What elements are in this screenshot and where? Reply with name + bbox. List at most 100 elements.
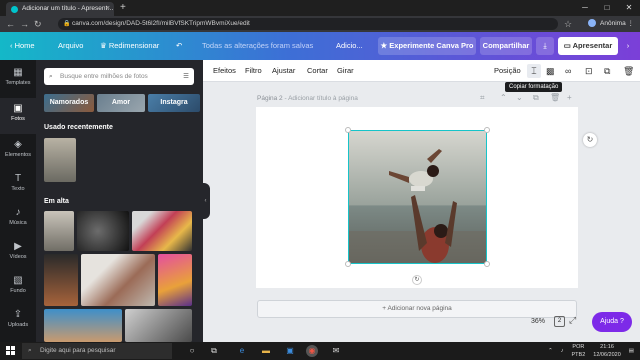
duplicate-page-icon[interactable]: ⧉ — [533, 93, 539, 103]
page-title-placeholder: - Adicionar título à página — [284, 95, 358, 102]
photos-panel: ⌕ Busque entre milhões de fotos ☰ Namora… — [36, 60, 203, 342]
rail-item-templates[interactable]: ▦ Templates — [0, 62, 36, 98]
rotate-handle-icon[interactable]: ↻ — [412, 275, 422, 285]
forward-icon[interactable]: → — [20, 16, 29, 32]
add-page-button[interactable]: + Adicionar nova página — [257, 300, 577, 318]
profile-button[interactable]: Anônima ⋮ — [587, 16, 635, 32]
chip-amor[interactable]: Amor — [97, 94, 145, 112]
position-button[interactable]: Posição — [494, 60, 521, 82]
photo-thumb[interactable] — [81, 254, 155, 306]
photo-thumb[interactable] — [125, 309, 192, 342]
image-edit-toolbar: Efeitos Filtro Ajustar Cortar Girar Posi… — [203, 60, 640, 82]
move-down-icon[interactable]: ⌄ — [516, 93, 523, 102]
home-button[interactable]: ‹ Home — [10, 32, 35, 60]
notes-icon[interactable]: ⌗ — [480, 93, 485, 103]
share-button[interactable]: Compartilhar — [480, 37, 532, 55]
new-tab-button[interactable]: + — [120, 2, 126, 13]
fullscreen-icon[interactable]: ⤢ — [569, 315, 576, 326]
file-menu[interactable]: Arquivo — [58, 32, 83, 60]
zoom-level[interactable]: 36% — [531, 318, 545, 325]
file-explorer-icon[interactable]: ▬ — [260, 345, 272, 357]
collapse-panel-icon[interactable]: ‹ — [201, 183, 210, 219]
rail-item-text[interactable]: T Texto — [0, 168, 36, 204]
chip-namorados[interactable]: Namorados — [44, 94, 94, 112]
rail-item-elements[interactable]: ◈ Elementos — [0, 134, 36, 170]
link-icon[interactable]: ∞ — [565, 60, 571, 82]
rail-item-videos[interactable]: ▶ Vídeos — [0, 236, 36, 272]
photos-icon: ▣ — [13, 103, 23, 114]
filter-button[interactable]: Filtro — [245, 60, 262, 82]
delete-page-icon[interactable]: 🗑 — [550, 93, 560, 102]
lock-icon[interactable]: ⊡ — [585, 60, 593, 82]
selected-photo[interactable] — [348, 130, 487, 264]
menu-kebab-icon[interactable]: ⋮ — [628, 20, 635, 27]
notifications-icon[interactable]: ▤ — [629, 347, 634, 355]
browser-tab[interactable]: Adicionar um título - Apresent… × — [6, 2, 114, 16]
duplicate-icon[interactable]: ⧉ — [604, 60, 610, 82]
mail-icon[interactable]: ✉ — [330, 345, 342, 357]
copy-style-icon[interactable]: ⌶ — [527, 64, 541, 78]
window-controls: ─ □ ✕ — [574, 0, 640, 16]
try-pro-button[interactable]: ★ Experimente Canva Pro — [378, 37, 476, 55]
page-title-row[interactable]: Página 2 - Adicionar título à página — [257, 95, 358, 102]
transparency-icon[interactable]: ▩ — [546, 60, 555, 82]
design-title-field[interactable]: Adicio... — [336, 32, 363, 60]
canva-favicon-icon — [11, 6, 18, 13]
photo-thumb[interactable] — [132, 211, 192, 251]
upload-icon: ⇪ — [13, 309, 23, 320]
crop-button[interactable]: Cortar — [307, 60, 328, 82]
address-bar-row: ← → ↻ 🔒 canva.com/design/DAD-5t6l2fI/mil… — [0, 16, 640, 32]
task-view-icon[interactable]: ○ — [186, 345, 198, 357]
resize-handle[interactable] — [345, 127, 351, 133]
star-icon[interactable]: ☆ — [564, 16, 572, 32]
url-field[interactable]: 🔒 canva.com/design/DAD-5t6l2fI/milBVfSKT… — [58, 18, 558, 30]
wifi-icon[interactable]: ⌃ — [548, 347, 553, 355]
adjust-button[interactable]: Ajustar — [272, 60, 295, 82]
tab-close-icon[interactable]: × — [106, 2, 110, 16]
photo-thumb[interactable] — [44, 254, 78, 306]
filter-icon[interactable]: ☰ — [183, 68, 189, 85]
reload-icon[interactable]: ↻ — [34, 16, 42, 32]
photo-search-input[interactable]: ⌕ Busque entre milhões de fotos ☰ — [44, 68, 194, 85]
store-icon[interactable]: ▣ — [284, 345, 296, 357]
elements-icon: ◈ — [14, 139, 22, 150]
page-count-button[interactable]: 2 — [554, 316, 565, 327]
move-up-icon[interactable]: ⌃ — [500, 93, 507, 102]
lock-icon: 🔒 — [63, 21, 71, 27]
resize-handle[interactable] — [345, 261, 351, 267]
resize-handle[interactable] — [484, 261, 490, 267]
refresh-icon[interactable]: ↻ — [583, 133, 597, 147]
minimize-button[interactable]: ─ — [574, 0, 596, 16]
photo-thumb[interactable] — [77, 211, 129, 251]
rail-item-background[interactable]: ▧ Fundo — [0, 270, 36, 306]
trash-icon[interactable]: 🗑 — [623, 60, 634, 82]
flip-button[interactable]: Girar — [337, 60, 354, 82]
help-button[interactable]: Ajuda ? — [592, 312, 632, 332]
chip-instagram[interactable]: Instagra — [148, 94, 200, 112]
close-window-button[interactable]: ✕ — [618, 0, 640, 16]
photo-thumb[interactable] — [44, 309, 122, 342]
rail-item-music[interactable]: ♪ Música — [0, 202, 36, 238]
back-icon[interactable]: ← — [6, 16, 15, 32]
more-options-icon[interactable]: › — [621, 37, 635, 55]
rail-item-uploads[interactable]: ⇪ Uploads — [0, 304, 36, 340]
system-tray[interactable]: ⌃ ♪ POR PTB2 21:16 12/06/2020 ▤ — [548, 342, 634, 360]
add-page-icon[interactable]: + — [567, 93, 572, 102]
present-button[interactable]: ▭ Apresentar — [558, 37, 618, 55]
resize-handle[interactable] — [484, 127, 490, 133]
chrome-icon[interactable]: ◉ — [306, 345, 318, 357]
rail-item-photos[interactable]: ▣ Fotos — [0, 98, 36, 134]
windows-start-icon[interactable] — [6, 346, 16, 356]
photo-thumb[interactable] — [44, 211, 74, 251]
maximize-button[interactable]: □ — [596, 0, 618, 16]
edge-icon[interactable]: e — [236, 345, 248, 357]
photo-thumb[interactable] — [158, 254, 192, 306]
download-icon[interactable]: ⤓ — [536, 37, 554, 55]
resize-button[interactable]: ♛ Redimensionar — [100, 32, 159, 60]
effects-button[interactable]: Efeitos — [213, 60, 236, 82]
undo-icon[interactable]: ↶ — [176, 32, 182, 60]
recent-photo-thumb[interactable] — [44, 138, 76, 182]
timeline-icon[interactable]: ⧉ — [208, 345, 220, 357]
volume-icon[interactable]: ♪ — [561, 347, 564, 355]
taskbar-search-input[interactable]: ⌕ Digite aqui para pesquisar — [22, 343, 172, 359]
